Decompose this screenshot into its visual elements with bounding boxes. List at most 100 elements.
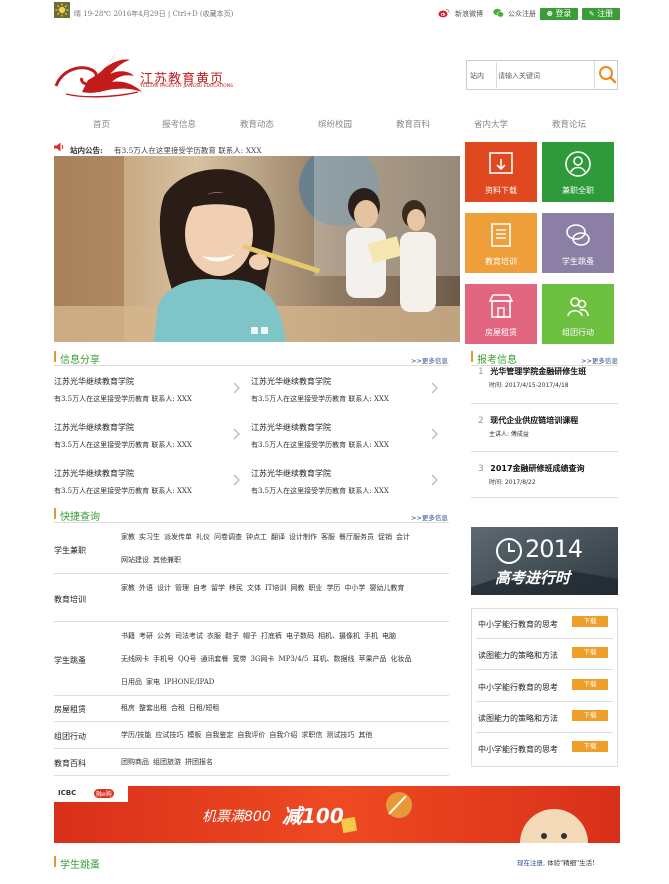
quick-more-link[interactable]: >>更多信息 [411, 512, 448, 522]
quick-link[interactable]: 考研 [139, 632, 153, 640]
quick-link[interactable]: 留学 [211, 584, 225, 592]
exam-item[interactable]: 1 光华管理学院金融研修生班 时间: 2017/4/15-2017/4/18 [478, 366, 586, 389]
register-now-link[interactable]: 现在注册 [517, 859, 543, 867]
quick-link[interactable]: 婴幼儿教育 [369, 584, 404, 592]
weibo-link[interactable]: 新浪微博 [455, 9, 483, 19]
chevron-right-icon[interactable] [233, 474, 241, 486]
icbc-ad-banner[interactable]: ICBC 融e购 机票满800 减100 [54, 786, 620, 843]
quick-link[interactable]: 拼团报名 [185, 758, 213, 766]
wechat-icon[interactable] [493, 8, 504, 18]
quick-link[interactable]: 司法考试 [175, 632, 203, 640]
download-button[interactable]: 下载 [572, 616, 608, 627]
quick-link[interactable]: 餐厅服务员 [339, 533, 374, 541]
tile-flea-market[interactable]: 学生跳蚤 [542, 213, 614, 273]
quick-link[interactable]: 鞋子 [225, 632, 239, 640]
download-button[interactable]: 下载 [572, 710, 608, 721]
quick-link[interactable]: 家电 [146, 678, 160, 686]
quick-link[interactable]: 组团旅游 [153, 758, 181, 766]
search-scope-select[interactable]: 站内 [470, 71, 484, 81]
quick-link[interactable]: 家教 [121, 584, 135, 592]
nav-item-exam-info[interactable]: 报考信息 [162, 118, 196, 130]
quick-link[interactable]: 其他 [358, 731, 372, 739]
quick-link[interactable]: 其他兼职 [153, 556, 181, 564]
quick-link[interactable]: 衣服 [207, 632, 221, 640]
chevron-right-icon[interactable] [233, 428, 241, 440]
info-item[interactable]: 江苏光华继续教育学院 有3.5万人在这里接受学历教育 联系人: XXX [251, 468, 389, 496]
quick-link[interactable]: 职业 [308, 584, 322, 592]
wechat-register-link[interactable]: 公众注册 [508, 9, 536, 19]
quick-link[interactable]: IPHONE/IPAD [164, 678, 214, 686]
nav-item-encyclopedia[interactable]: 教育百科 [396, 118, 430, 130]
download-item-title[interactable]: 中小学能行教育的思考 [478, 744, 558, 755]
quick-link[interactable]: 帽子 [243, 632, 257, 640]
quick-link[interactable]: 中小学 [344, 584, 365, 592]
chevron-right-icon[interactable] [431, 382, 439, 394]
search-button[interactable] [594, 61, 619, 89]
quick-link[interactable]: 网教 [290, 584, 304, 592]
tile-housing[interactable]: 房屋租赁 [465, 284, 537, 344]
download-item-title[interactable]: 读图能力的策略和方法 [478, 713, 558, 724]
nav-item-forum[interactable]: 教育论坛 [552, 118, 586, 130]
chevron-right-icon[interactable] [431, 428, 439, 440]
download-button[interactable]: 下载 [572, 647, 608, 658]
quick-link[interactable]: QQ号 [178, 655, 196, 663]
quick-link[interactable]: 会计 [396, 533, 410, 541]
download-button[interactable]: 下载 [572, 741, 608, 752]
quick-link[interactable]: 3G网卡 [250, 655, 274, 663]
quick-link[interactable]: 苹果产品 [359, 655, 387, 663]
quick-link[interactable]: 礼仪 [196, 533, 210, 541]
quick-link[interactable]: 化妆品 [391, 655, 412, 663]
quick-link[interactable]: 自我评价 [237, 731, 265, 739]
hero-banner-image[interactable] [54, 156, 460, 342]
quick-link[interactable]: 无线网卡 [121, 655, 149, 663]
carousel-dot-2[interactable] [261, 327, 268, 334]
quick-link[interactable]: 手机 [364, 632, 378, 640]
quick-link[interactable]: 书籍 [121, 632, 135, 640]
quick-link[interactable]: 电子数码 [286, 632, 314, 640]
quick-link[interactable]: 移民 [229, 584, 243, 592]
quick-link[interactable]: 促销 [378, 533, 392, 541]
quick-link[interactable]: 合租 [171, 704, 185, 712]
nav-item-universities[interactable]: 省内大学 [474, 118, 508, 130]
info-item[interactable]: 江苏光华继续教育学院 有3.5万人在这里接受学历教育 联系人: XXX [251, 376, 389, 404]
quick-link[interactable]: 文体 [247, 584, 261, 592]
quick-link[interactable]: 客服 [321, 533, 335, 541]
quick-link[interactable]: 实习生 [139, 533, 160, 541]
chevron-right-icon[interactable] [431, 474, 439, 486]
chevron-right-icon[interactable] [233, 382, 241, 394]
exam-item[interactable]: 3 2017金融研修班成绩查询 时间: 2017/8/22 [478, 463, 585, 486]
nav-item-home[interactable]: 首页 [93, 118, 110, 130]
quick-link[interactable]: IT培训 [265, 584, 286, 592]
notice-text[interactable]: 有3.5万人在这里接受学历教育 联系人: XXX [114, 145, 262, 156]
quick-link[interactable]: 日租/短租 [189, 704, 219, 712]
info-more-link[interactable]: >>更多信息 [411, 355, 448, 365]
quick-link[interactable]: 打底裤 [261, 632, 282, 640]
download-item-title[interactable]: 中小学能行教育的思考 [478, 619, 558, 630]
quick-link[interactable]: 自我鉴定 [205, 731, 233, 739]
quick-link[interactable]: MP3/4/5 [279, 655, 309, 663]
quick-link[interactable]: 耳机、数据线 [313, 655, 355, 663]
info-item[interactable]: 江苏光华继续教育学院 有3.5万人在这里接受学历教育 联系人: XXX [251, 422, 389, 450]
tile-downloads[interactable]: 资料下载 [465, 142, 537, 202]
quick-link[interactable]: 求职信 [301, 731, 322, 739]
download-item-title[interactable]: 读图能力的策略和方法 [478, 650, 558, 661]
tile-jobs[interactable]: 兼职全职 [542, 142, 614, 202]
download-item-title[interactable]: 中小学能行教育的思考 [478, 682, 558, 693]
quick-link[interactable]: 公务 [157, 632, 171, 640]
carousel-dot-1[interactable] [251, 327, 258, 334]
info-item[interactable]: 江苏光华继续教育学院 有3.5万人在这里接受学历教育 联系人: XXX [54, 468, 192, 496]
quick-link[interactable]: 日用品 [121, 678, 142, 686]
quick-link[interactable]: 电脑 [382, 632, 396, 640]
quick-link[interactable]: 钟点工 [246, 533, 267, 541]
info-item[interactable]: 江苏光华继续教育学院 有3.5万人在这里接受学历教育 联系人: XXX [54, 422, 192, 450]
quick-link[interactable]: 自我介绍 [269, 731, 297, 739]
exam-item[interactable]: 2 现代企业供应链培训课程 主讲人: 傅成益 [478, 415, 578, 438]
info-item[interactable]: 江苏光华继续教育学院 有3.5万人在这里接受学历教育 联系人: XXX [54, 376, 192, 404]
download-button[interactable]: 下载 [572, 679, 608, 690]
gaokao-promo-banner[interactable]: 2014 高考进行时 [471, 527, 618, 595]
exam-more-link[interactable]: >>更多信息 [581, 355, 618, 365]
quick-link[interactable]: 外语 [139, 584, 153, 592]
weibo-icon[interactable] [438, 8, 450, 18]
quick-link[interactable]: 宽带 [232, 655, 246, 663]
tile-group[interactable]: 组团行动 [542, 284, 614, 344]
